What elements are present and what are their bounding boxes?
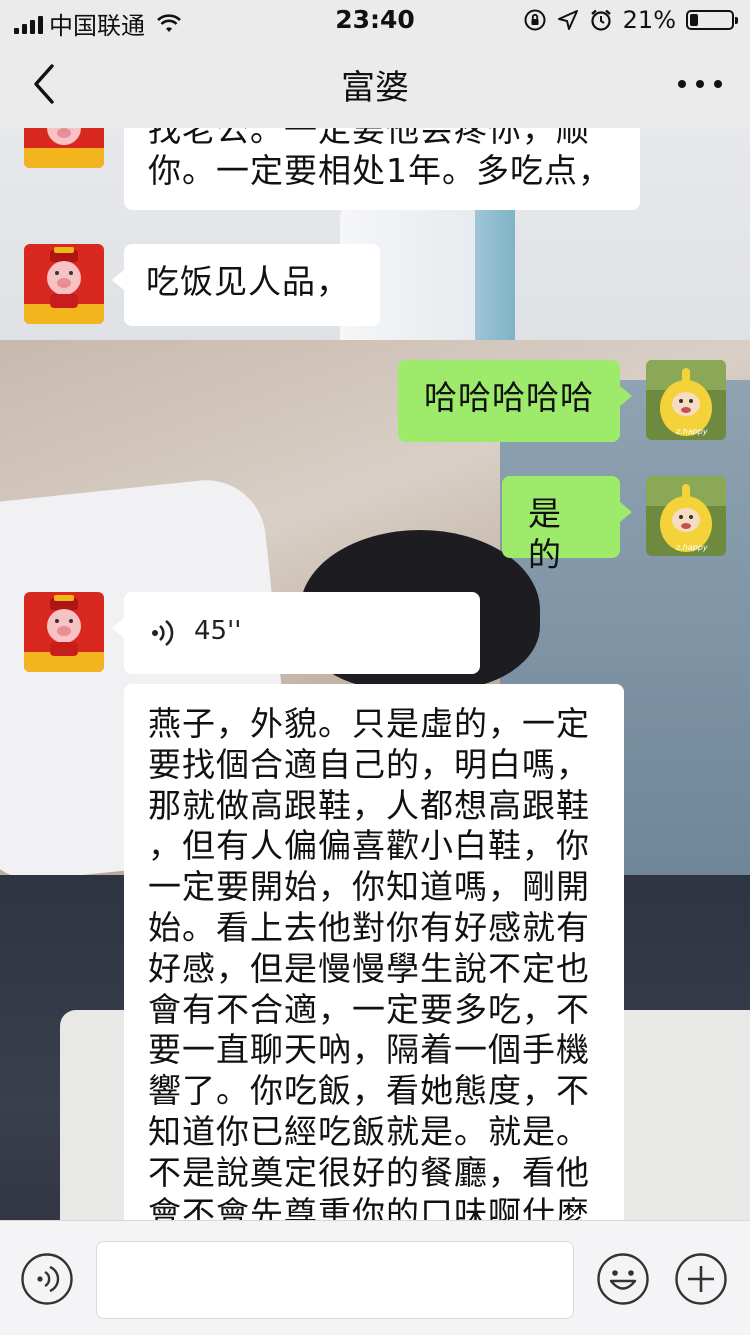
voice-message-bubble[interactable]: 45''	[112, 592, 480, 674]
message-text: 是的	[528, 494, 562, 574]
battery-percent: 21%	[622, 6, 676, 34]
svg-text:z.happy: z.happy	[675, 427, 708, 436]
teletubby-avatar[interactable]: z.happy	[646, 360, 726, 440]
more-icon[interactable]	[674, 66, 726, 102]
pig-god-of-wealth-avatar[interactable]	[24, 592, 104, 672]
svg-text:z.happy: z.happy	[675, 543, 708, 552]
location-icon	[557, 10, 578, 30]
message-list: 找老公。一定要他会疼你，顺 你。一定要相处1年。多吃点， 吃饭见人品， 哈哈哈哈…	[0, 128, 750, 1220]
pig-god-of-wealth-avatar[interactable]	[24, 244, 104, 324]
voice-playback-icon	[152, 619, 174, 647]
plus-icon[interactable]	[674, 1252, 728, 1306]
chat-title: 富婆	[341, 68, 409, 108]
input-bar	[0, 1220, 750, 1335]
teletubby-avatar[interactable]: z.happy	[646, 476, 726, 556]
message-text: 找老公。一定要他会疼你，顺 你。一定要相处1年。多吃点，	[148, 128, 612, 191]
message-bubble[interactable]: 吃饭见人品，	[112, 244, 380, 326]
message-bubble[interactable]: 是的	[502, 476, 632, 574]
message-text: 哈哈哈哈哈	[424, 378, 594, 417]
voice-duration: 45''	[194, 616, 242, 646]
message-bubble[interactable]: 哈哈哈哈哈	[398, 360, 632, 442]
emoji-icon[interactable]	[596, 1252, 650, 1306]
battery-icon	[686, 10, 738, 30]
message-input[interactable]	[96, 1241, 574, 1319]
status-bar: 中国联通 23:40 21%	[0, 0, 750, 40]
orientation-lock-icon	[524, 9, 546, 31]
nav-bar: 富婆	[0, 40, 750, 128]
pig-god-of-wealth-avatar[interactable]	[24, 128, 104, 168]
message-text: 燕子，外貌。只是虛的，一定 要找個合適自己的，明白嗎， 那就做高跟鞋，人都想高跟…	[148, 704, 590, 1220]
message-bubble[interactable]: 找老公。一定要他会疼你，顺 你。一定要相处1年。多吃点，	[124, 128, 640, 210]
message-bubble[interactable]: 燕子，外貌。只是虛的，一定 要找個合適自己的，明白嗎， 那就做高跟鞋，人都想高跟…	[124, 684, 624, 1220]
message-text: 吃饭见人品，	[146, 262, 350, 301]
alarm-icon	[590, 9, 611, 31]
voice-input-icon[interactable]	[20, 1252, 74, 1306]
